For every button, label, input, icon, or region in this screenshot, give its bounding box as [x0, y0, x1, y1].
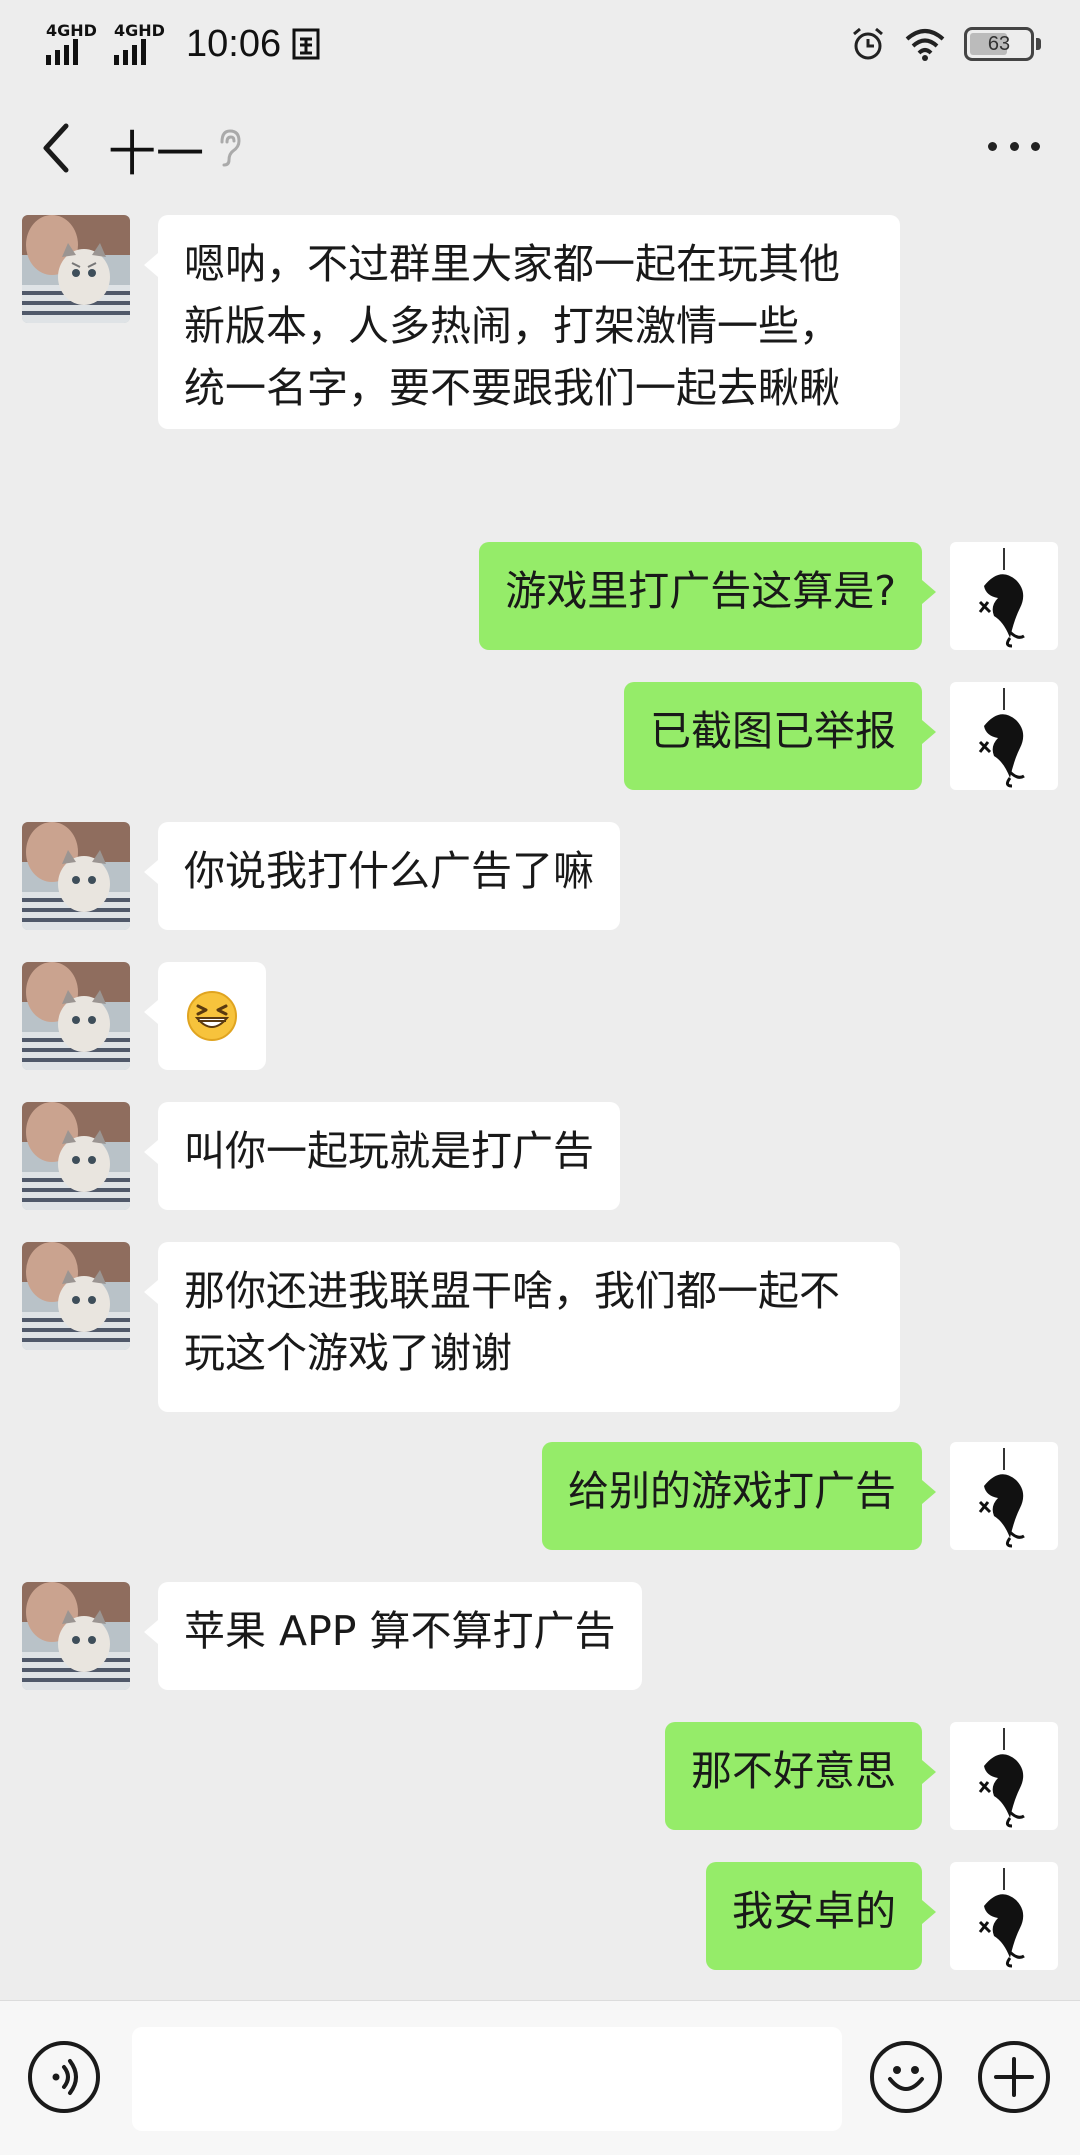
message-input[interactable] — [132, 2027, 842, 2131]
message-text: 已截图已举报 — [650, 707, 896, 755]
contact-avatar[interactable] — [22, 1102, 130, 1210]
network-label-2: 4GHD — [114, 21, 165, 40]
contact-avatar[interactable] — [22, 1582, 130, 1690]
signal-bars-icon — [114, 39, 146, 65]
input-bar — [0, 2000, 1080, 2155]
message-bubble-received[interactable]: 你说我打什么广告了嘛 — [144, 822, 620, 930]
notification-icon — [292, 28, 320, 60]
user-avatar[interactable] — [950, 542, 1058, 650]
grinning-squint-emoji-icon — [187, 991, 237, 1041]
contact-avatar[interactable] — [22, 962, 130, 1070]
user-avatar[interactable] — [950, 1442, 1058, 1550]
user-avatar[interactable] — [950, 1862, 1058, 1970]
status-bar: 4GHD 4GHD 10:06 63 — [0, 0, 1080, 88]
earpiece-mode-icon — [220, 129, 241, 167]
battery-level: 63 — [987, 32, 1011, 55]
wifi-icon — [905, 29, 945, 61]
battery-icon: 63 — [964, 27, 1041, 61]
message-bubble-sent[interactable]: 那不好意思 — [665, 1722, 936, 1830]
message-text: 叫你一起玩就是打广告 — [184, 1127, 594, 1175]
message-bubble-sent[interactable]: 给别的游戏打广告 — [542, 1442, 936, 1550]
message-bubble-sent[interactable]: 我安卓的 — [706, 1862, 936, 1970]
contact-avatar[interactable] — [22, 215, 130, 323]
voice-icon — [52, 2059, 78, 2095]
message-text: 你说我打什么广告了嘛 — [184, 847, 594, 895]
message-text: 嗯呐，不过群里大家都一起在玩其他新版本，人多热闹，打架激情一些，统一名字，要不要… — [184, 240, 840, 412]
contact-avatar[interactable] — [22, 822, 130, 930]
message-bubble-received[interactable]: 那你还进我联盟干啥，我们都一起不玩这个游戏了谢谢 — [144, 1242, 900, 1412]
message-bubble-sent[interactable]: 游戏里打广告这算是? — [479, 542, 936, 650]
more-options-button[interactable] — [988, 138, 1040, 154]
contact-avatar[interactable] — [22, 1242, 130, 1350]
more-functions-button[interactable] — [978, 2041, 1050, 2113]
voice-input-button[interactable] — [28, 2041, 100, 2113]
smiley-icon — [888, 2066, 924, 2091]
emoji-button[interactable] — [870, 2041, 942, 2113]
user-avatar[interactable] — [950, 1722, 1058, 1830]
alarm-icon — [853, 27, 883, 60]
message-text: 那你还进我联盟干啥，我们都一起不玩这个游戏了谢谢 — [184, 1267, 840, 1377]
signal-2: 4GHD — [114, 23, 172, 65]
signal-1: 4GHD — [46, 23, 104, 65]
message-list: 嗯呐，不过群里大家都一起在玩其他新版本，人多热闹，打架激情一些，统一名字，要不要… — [0, 210, 1080, 2000]
network-label-1: 4GHD — [46, 21, 97, 40]
signal-bars-icon — [46, 39, 78, 65]
status-left: 4GHD 4GHD 10:06 — [46, 18, 321, 70]
chat-title: 十一 — [108, 126, 205, 182]
message-bubble-received[interactable]: 叫你一起玩就是打广告 — [144, 1102, 620, 1210]
user-avatar[interactable] — [950, 682, 1058, 790]
message-text: 那不好意思 — [691, 1747, 896, 1795]
message-bubble-received[interactable] — [144, 962, 266, 1070]
message-text: 苹果 APP 算不算打广告 — [184, 1607, 616, 1655]
message-bubble-received[interactable]: 嗯呐，不过群里大家都一起在玩其他新版本，人多热闹，打架激情一些，统一名字，要不要… — [144, 215, 900, 429]
message-text: 给别的游戏打广告 — [568, 1467, 896, 1515]
message-text: 游戏里打广告这算是? — [505, 567, 896, 615]
message-bubble-received[interactable]: 苹果 APP 算不算打广告 — [144, 1582, 642, 1690]
chat-header: 十一 — [0, 88, 1080, 210]
message-bubble-sent[interactable]: 已截图已举报 — [624, 682, 936, 790]
clock-time: 10:06 — [186, 22, 282, 65]
message-text: 我安卓的 — [732, 1887, 896, 1935]
back-icon[interactable] — [36, 118, 76, 178]
plus-icon — [994, 2057, 1034, 2097]
status-right: 63 — [850, 20, 1041, 68]
